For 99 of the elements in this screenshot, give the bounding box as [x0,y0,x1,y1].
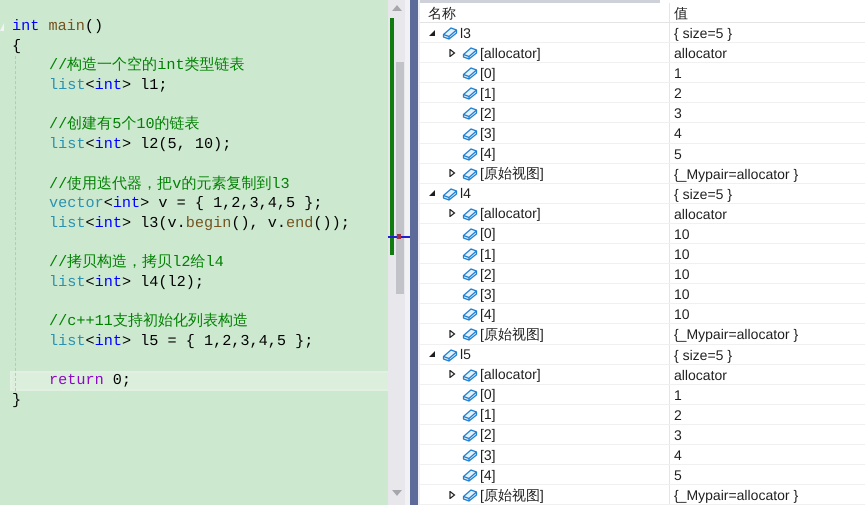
variable-name: l3 [460,24,471,43]
code-line: //创建有5个10的链表 [48,115,201,136]
code-line: //构造一个空的int类型链表 [48,56,246,76]
variable-value: { size=5 } [674,186,732,202]
variable-icon [442,25,458,40]
variable-icon [462,246,478,262]
variable-value: 10 [674,286,690,302]
expand-icon[interactable] [448,330,456,338]
code-line: vector<int> v = { 1,2,3,4,5 }; [48,194,324,214]
collapse-icon[interactable] [428,189,436,198]
code-line: list<int> l3(v.begin(), v.end()); [48,214,351,234]
expand-icon[interactable] [448,490,456,499]
variable-name: [allocator] [480,44,541,63]
code-line: //使用迭代器，把v的元素复制到l3 [48,174,291,194]
code-line: int main() [11,17,104,37]
code-line: list<int> l2(5, 10); [48,135,232,155]
variable-icon [462,406,478,422]
code-line: { [11,36,22,56]
variable-icon [462,105,478,120]
variable-value: { size=5 } [674,25,732,41]
variable-value: 10 [674,306,690,322]
variable-name: [4] [480,304,496,324]
variable-name: [1] [480,244,496,264]
collapse-icon[interactable] [428,28,436,37]
variable-name: [原始视图] [480,486,544,505]
variable-value: 5 [674,146,682,162]
variable-icon [462,467,478,482]
variable-value: {_Mypair=allocator } [674,487,798,504]
variable-icon [462,45,478,60]
variable-value: 3 [674,426,682,443]
collapse-icon[interactable] [428,350,436,358]
variable-name: [allocator] [480,365,541,384]
variable-value: allocator [674,45,727,62]
variable-icon [462,426,478,442]
scroll-thumb[interactable] [396,62,404,294]
variable-name: [3] [480,284,496,304]
variable-icon [462,286,478,302]
code-line: } [11,391,22,411]
variable-name: [3] [480,446,496,465]
variable-value: { size=5 } [674,346,732,362]
variable-icon [442,186,458,201]
variable-icon [462,226,478,241]
variable-icon [462,306,478,322]
variable-icon [462,166,478,181]
variable-value: 10 [674,266,690,282]
variable-value: {_Mypair=allocator } [674,326,798,342]
variable-name: [0] [480,385,496,404]
variable-name: [2] [480,425,496,444]
variable-name: [4] [480,466,496,485]
variable-name: [2] [480,104,496,123]
variable-value: 4 [674,125,682,142]
variable-name: [1] [480,84,496,103]
variable-value: 5 [674,467,682,484]
variable-name: l5 [460,345,471,364]
expand-icon[interactable] [448,169,456,178]
variable-value: allocator [674,206,727,222]
variable-value: 3 [674,105,682,122]
variable-name: [2] [480,264,496,284]
error-marker [397,234,401,239]
variable-icon [442,346,458,362]
variable-icon [462,206,478,221]
variable-value: 1 [674,386,682,403]
code-line: list<int> l5 = { 1,2,3,4,5 }; [48,332,314,352]
variable-icon [462,487,478,502]
column-header[interactable]: 名称 [428,2,456,22]
variable-name: [allocator] [480,204,541,224]
column-header[interactable]: 值 [674,5,688,21]
variable-name: [0] [480,64,496,83]
variable-icon [462,366,478,382]
variable-value: 1 [674,65,682,82]
code-line: //拷贝构造，拷贝l2给l4 [48,253,225,273]
expand-icon[interactable] [448,209,456,218]
variable-name: [3] [480,124,496,144]
code-line: list<int> l1; [48,76,169,96]
variable-icon [462,85,478,100]
variable-value: 10 [674,226,690,242]
variable-value: allocator [674,366,727,383]
variable-icon [462,146,478,161]
variable-name: [原始视图] [480,164,544,184]
variable-icon [462,126,478,141]
expand-icon[interactable] [448,370,456,378]
code-line: //c++11支持初始化列表构造 [48,312,249,332]
variable-icon [462,326,478,342]
code-line: list<int> l4(l2); [48,272,205,293]
variable-icon [462,65,478,80]
variable-value: 10 [674,246,690,262]
variable-name: [4] [480,144,496,164]
variable-icon [462,386,478,402]
variable-name: [1] [480,405,496,424]
variable-icon [462,447,478,462]
expand-icon[interactable] [448,48,456,57]
variable-name: [原始视图] [480,324,544,344]
variable-value: 2 [674,85,682,102]
variable-value: 2 [674,406,682,423]
variable-name: [0] [480,224,496,244]
variable-value: {_Mypair=allocator } [674,166,798,182]
variable-icon [462,266,478,282]
variable-value: 4 [674,446,682,463]
variable-name: l4 [460,184,471,204]
